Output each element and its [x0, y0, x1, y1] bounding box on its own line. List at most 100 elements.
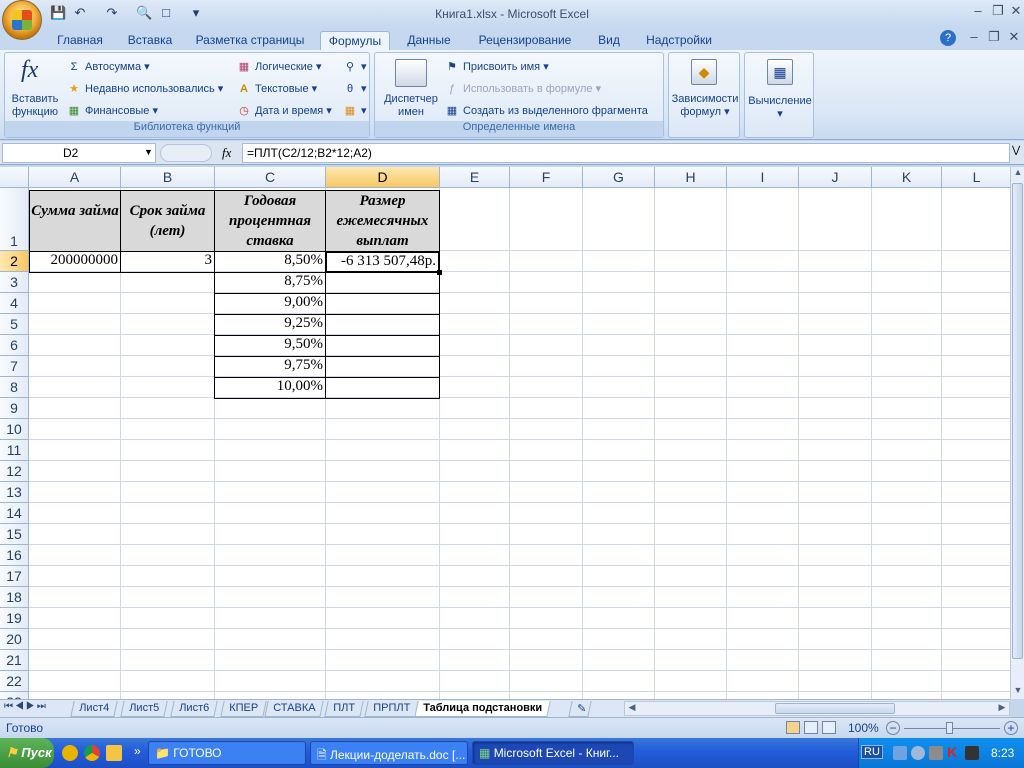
- minimize-icon[interactable]: –: [970, 4, 986, 18]
- cell-C5[interactable]: 9,25%: [214, 314, 326, 336]
- office-button[interactable]: [2, 0, 42, 40]
- task-excel[interactable]: ▦ Microsoft Excel - Книг...: [472, 741, 634, 765]
- name-box-dropdown-icon[interactable]: ▼: [144, 147, 153, 157]
- row-header-6[interactable]: 6: [0, 335, 29, 356]
- row-header-5[interactable]: 5: [0, 314, 29, 335]
- sheet-tab[interactable]: ПЛТ: [324, 701, 364, 717]
- zoom-level[interactable]: 100%: [848, 721, 879, 735]
- cell-D1[interactable]: Размер ежемесячных выплат: [325, 190, 440, 252]
- logical-button[interactable]: ▦ Логические ▾: [237, 60, 322, 74]
- zoom-out-icon[interactable]: −: [886, 721, 900, 735]
- zoom-slider-thumb[interactable]: [946, 722, 953, 734]
- row-header-13[interactable]: 13: [0, 482, 29, 503]
- insert-function-button[interactable]: Вставить функцию: [7, 93, 63, 119]
- calculation-button[interactable]: Вычисление ▾: [745, 95, 815, 121]
- page-layout-view-icon[interactable]: [804, 721, 818, 734]
- row-header-12[interactable]: 12: [0, 461, 29, 482]
- cell-B1[interactable]: Срок займа (лет): [120, 190, 215, 252]
- new-icon[interactable]: □: [158, 5, 174, 21]
- tab-page-layout[interactable]: Разметка страницы: [192, 31, 308, 50]
- sheet-tab[interactable]: Лист4: [70, 701, 118, 717]
- close-icon[interactable]: ✕: [1008, 4, 1024, 18]
- page-break-view-icon[interactable]: [822, 721, 836, 734]
- sheet-tab[interactable]: КПЕР: [220, 701, 267, 717]
- print-preview-icon[interactable]: 🔍: [136, 5, 152, 21]
- insert-sheet-icon[interactable]: ✎: [568, 701, 592, 717]
- sheet-tab[interactable]: Лист5: [120, 701, 168, 717]
- column-header-A[interactable]: A: [29, 167, 121, 188]
- tray-keyboard-icon[interactable]: [929, 746, 943, 760]
- expand-formula-icon[interactable]: ⋁: [1012, 145, 1020, 156]
- restore-icon[interactable]: ❐: [990, 4, 1006, 18]
- sheet-tab-active[interactable]: Таблица подстановки: [414, 701, 551, 717]
- cell-D4[interactable]: [325, 293, 440, 315]
- help-icon[interactable]: ?: [940, 30, 956, 46]
- column-header-B[interactable]: B: [121, 167, 215, 188]
- horizontal-scrollbar[interactable]: ◀ ▶: [624, 701, 1010, 716]
- sheet-tab[interactable]: ПРПЛТ: [364, 701, 419, 717]
- select-all-corner[interactable]: [0, 167, 29, 188]
- tab-home[interactable]: Главная: [52, 31, 108, 50]
- define-name-button[interactable]: ⚑ Присвоить имя ▾: [445, 60, 549, 74]
- redo-icon[interactable]: ↷: [104, 5, 120, 21]
- tray-monitor-icon[interactable]: [893, 746, 907, 760]
- column-header-D[interactable]: D: [326, 167, 440, 188]
- row-header-2[interactable]: 2: [0, 251, 29, 272]
- tab-insert[interactable]: Вставка: [120, 31, 180, 50]
- scroll-left-icon[interactable]: ◀: [625, 702, 639, 715]
- tab-addins[interactable]: Надстройки: [640, 31, 718, 50]
- language-indicator[interactable]: RU: [861, 745, 883, 759]
- name-box[interactable]: D2: [2, 143, 156, 163]
- column-header-G[interactable]: G: [583, 167, 655, 188]
- folder-icon[interactable]: [106, 745, 122, 761]
- tray-clock-icon[interactable]: [911, 746, 925, 760]
- column-header-C[interactable]: C: [215, 167, 326, 188]
- row-header-7[interactable]: 7: [0, 356, 29, 377]
- cell-C7[interactable]: 9,75%: [214, 356, 326, 378]
- row-header-16[interactable]: 16: [0, 545, 29, 566]
- column-header-E[interactable]: E: [440, 167, 510, 188]
- text-button[interactable]: A Текстовые ▾: [237, 82, 317, 96]
- row-header-15[interactable]: 15: [0, 524, 29, 545]
- customize-icon[interactable]: ▾: [188, 5, 204, 21]
- normal-view-icon[interactable]: [786, 721, 800, 734]
- tab-view[interactable]: Вид: [592, 31, 626, 50]
- tab-formulas[interactable]: Формулы: [320, 31, 390, 50]
- row-header-4[interactable]: 4: [0, 293, 29, 314]
- browser-icon[interactable]: [84, 745, 100, 761]
- cell-C3[interactable]: 8,75%: [214, 272, 326, 294]
- save-icon[interactable]: 💾: [50, 5, 66, 21]
- cell-D3[interactable]: [325, 272, 440, 294]
- ribbon-restore-icon[interactable]: ❐: [986, 30, 1002, 44]
- worksheet-grid[interactable]: ABCDEFGHIJKL 1 2 3 4 5 6 7 8 9 10 11 12 13 14 15 16 17 18…: [0, 167, 1010, 699]
- row-header-10[interactable]: 10: [0, 419, 29, 440]
- tab-review[interactable]: Рецензирование: [472, 31, 578, 50]
- row-header-22[interactable]: 22: [0, 671, 29, 692]
- row-header-23[interactable]: 23: [0, 692, 29, 699]
- sheet-tab[interactable]: СТАВКА: [264, 701, 325, 717]
- dependencies-button[interactable]: Зависимости формул ▾: [669, 93, 741, 119]
- row-header-14[interactable]: 14: [0, 503, 29, 524]
- column-header-I[interactable]: I: [727, 167, 799, 188]
- financial-button[interactable]: ▦ Финансовые ▾: [67, 104, 158, 118]
- undo-icon[interactable]: ↶: [72, 5, 88, 21]
- column-header-K[interactable]: K: [872, 167, 942, 188]
- cell-D2[interactable]: -6 313 507,48р.: [325, 251, 440, 273]
- cell-A2[interactable]: 200000000: [29, 251, 121, 273]
- scroll-down-icon[interactable]: ▼: [1011, 685, 1024, 699]
- cell-C4[interactable]: 9,00%: [214, 293, 326, 315]
- cell-C1[interactable]: Годовая процентная ставка: [214, 190, 326, 252]
- vertical-scroll-thumb[interactable]: [1012, 183, 1023, 659]
- sheet-tab[interactable]: Лист6: [170, 701, 218, 717]
- fx-button-icon[interactable]: fx: [222, 145, 231, 161]
- tray-network-icon[interactable]: [965, 746, 979, 760]
- zoom-in-icon[interactable]: +: [1004, 721, 1018, 735]
- row-header-11[interactable]: 11: [0, 440, 29, 461]
- row-header-1[interactable]: 1: [0, 188, 29, 251]
- vertical-scrollbar[interactable]: ▲ ▼: [1010, 167, 1024, 699]
- column-header-H[interactable]: H: [655, 167, 727, 188]
- cell-D6[interactable]: [325, 335, 440, 357]
- cell-C2[interactable]: 8,50%: [214, 251, 326, 273]
- tab-data[interactable]: Данные: [402, 31, 456, 50]
- fill-handle[interactable]: [437, 270, 442, 275]
